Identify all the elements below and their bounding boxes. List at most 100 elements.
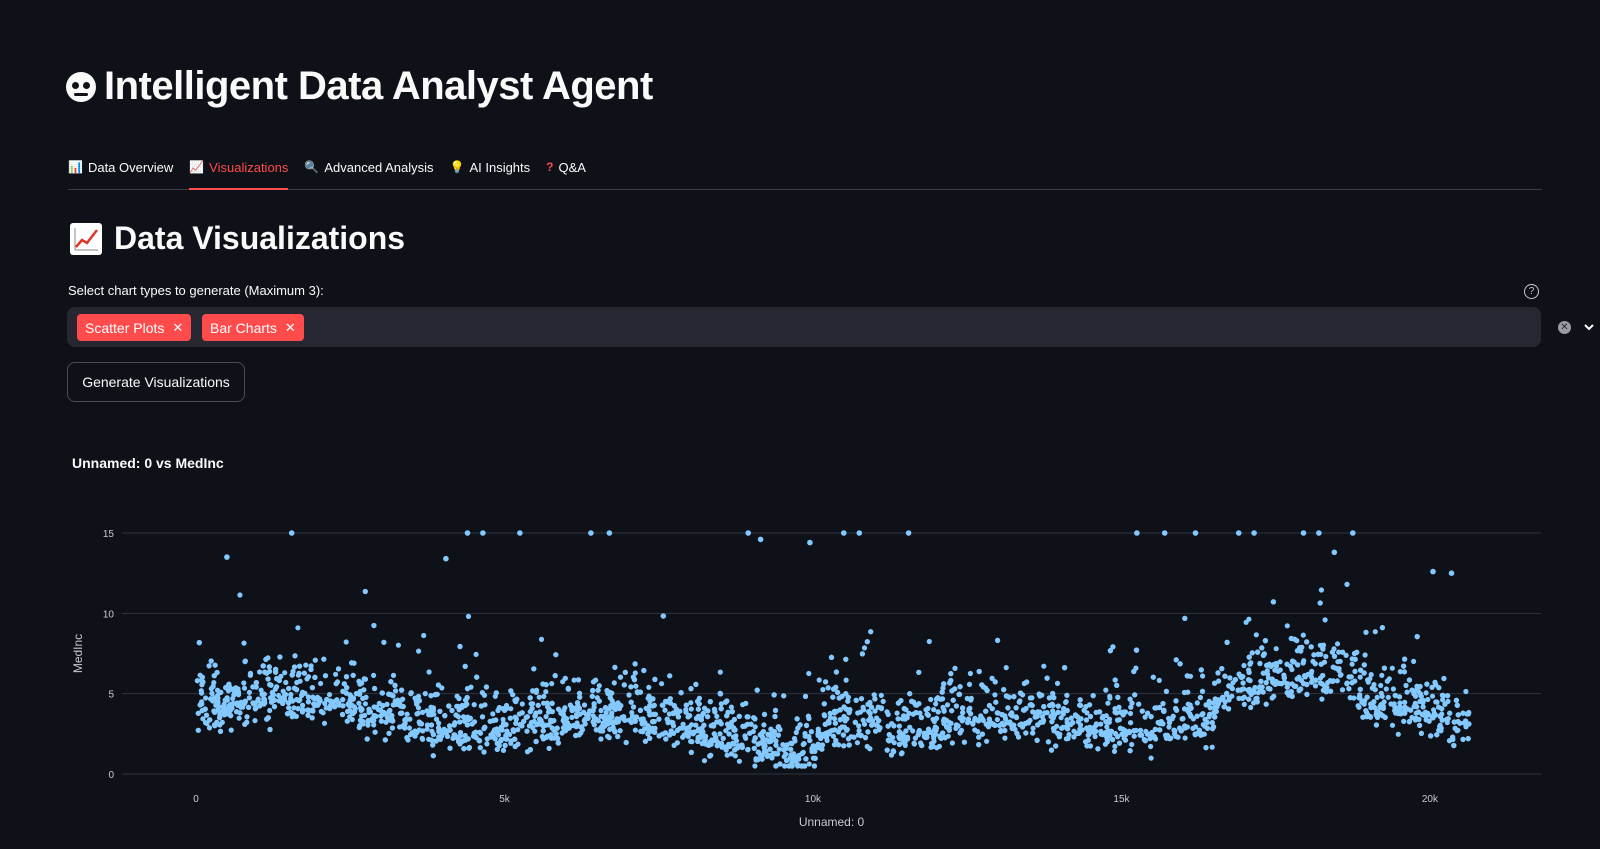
scatter-point — [843, 656, 849, 662]
scatter-point — [465, 613, 472, 620]
scatter-point — [304, 676, 310, 682]
scatter-point — [1343, 652, 1349, 658]
scatter-point — [1344, 581, 1350, 587]
scatter-point — [928, 696, 934, 703]
scatter-point — [1239, 695, 1246, 702]
scatter-point — [950, 697, 956, 703]
scatter-point — [1030, 725, 1036, 731]
scatter-point — [885, 711, 891, 718]
scatter-point — [1392, 708, 1398, 714]
scatter-point — [490, 711, 496, 717]
scatter-point — [549, 700, 555, 707]
scatter-point — [861, 721, 868, 727]
scatter-point — [1429, 684, 1435, 690]
scatter-point — [1275, 668, 1281, 674]
scatter-point — [1361, 662, 1367, 668]
scatter-point — [533, 738, 539, 745]
scatter-point — [1139, 708, 1145, 714]
scatter-point — [235, 686, 241, 692]
scatter-point — [1001, 687, 1007, 693]
scatter-point — [389, 725, 395, 731]
scatter-point — [221, 712, 227, 718]
scatter-point — [1334, 678, 1340, 684]
scatter-point — [1033, 710, 1039, 716]
scatter-point — [194, 678, 200, 684]
scatter-point — [1430, 568, 1436, 575]
scatter-point — [1011, 722, 1017, 728]
scatter-point — [609, 690, 615, 696]
scatter-point — [1227, 675, 1233, 681]
scatter-point — [1224, 690, 1230, 696]
scatter-point — [382, 737, 388, 743]
scatter-point — [210, 683, 216, 690]
scatter-point — [1112, 677, 1118, 683]
scatter-point — [383, 719, 389, 725]
scatter-point — [1250, 688, 1256, 694]
scatter-point — [650, 696, 656, 702]
scatter-point — [1214, 704, 1220, 710]
scatter-point — [1316, 530, 1322, 536]
scatter-point — [357, 691, 363, 697]
scatter-point — [1199, 712, 1205, 718]
scatter-point — [211, 673, 217, 679]
scatter-point — [1260, 652, 1266, 659]
scatter-point — [1362, 652, 1368, 658]
scatter-point — [1235, 530, 1242, 536]
scatter-point — [241, 680, 247, 686]
scatter-point — [1030, 730, 1036, 736]
scatter-point — [776, 746, 782, 752]
scatter-point — [1199, 688, 1206, 694]
scatter-point — [252, 718, 258, 724]
scatter-point — [745, 747, 751, 753]
x-tick-label: 15k — [1113, 794, 1130, 805]
scatter-point — [957, 730, 963, 736]
scatter-point — [983, 708, 989, 714]
scatter-point — [289, 672, 295, 678]
scatter-point — [1065, 735, 1071, 742]
scatter-point — [802, 693, 809, 700]
scatter-point — [1358, 667, 1364, 673]
scatter-point — [1428, 733, 1434, 739]
scatter-point — [586, 711, 592, 717]
scatter-point — [1339, 687, 1346, 693]
scatter-point — [593, 727, 600, 733]
scatter-point — [340, 703, 346, 709]
scatter-point — [1270, 599, 1276, 605]
scatter-point — [1264, 662, 1270, 669]
scatter-point — [933, 701, 939, 707]
scatter-point — [664, 699, 670, 705]
scatter-point — [1401, 718, 1407, 725]
scatter-point — [253, 705, 259, 711]
scatter-point — [1099, 715, 1105, 721]
scatter-point — [841, 530, 847, 536]
scatter-point — [223, 707, 229, 713]
scatter-point — [742, 723, 748, 729]
scatter-point — [1240, 680, 1246, 686]
scatter-point — [1322, 617, 1328, 623]
scatter-point — [349, 710, 355, 716]
scatter-point — [504, 736, 510, 742]
scatter-point — [1029, 695, 1035, 701]
scatter-point — [247, 672, 253, 678]
scatter-point — [885, 723, 891, 729]
scatter-point — [340, 697, 346, 703]
scatter-point — [1112, 706, 1118, 712]
scatter-point — [1241, 701, 1247, 708]
scatter-point — [569, 704, 575, 710]
scatter-point — [1023, 730, 1029, 736]
scatter-point — [1035, 722, 1041, 728]
scatter-point — [1273, 646, 1279, 652]
scatter-point — [1318, 587, 1324, 593]
scatter-point — [1352, 668, 1358, 675]
scatter-point — [217, 715, 223, 721]
scatter-point — [309, 685, 315, 691]
scatter-point — [1087, 713, 1094, 720]
scatter-point — [356, 724, 362, 731]
scatter-point — [868, 629, 874, 635]
scatter-point — [1451, 719, 1457, 725]
scatter-point — [998, 728, 1004, 734]
scatter-point — [1203, 702, 1209, 708]
scatter-point — [1434, 732, 1440, 738]
scatter-point — [1297, 645, 1303, 651]
scatter-point — [590, 687, 596, 694]
